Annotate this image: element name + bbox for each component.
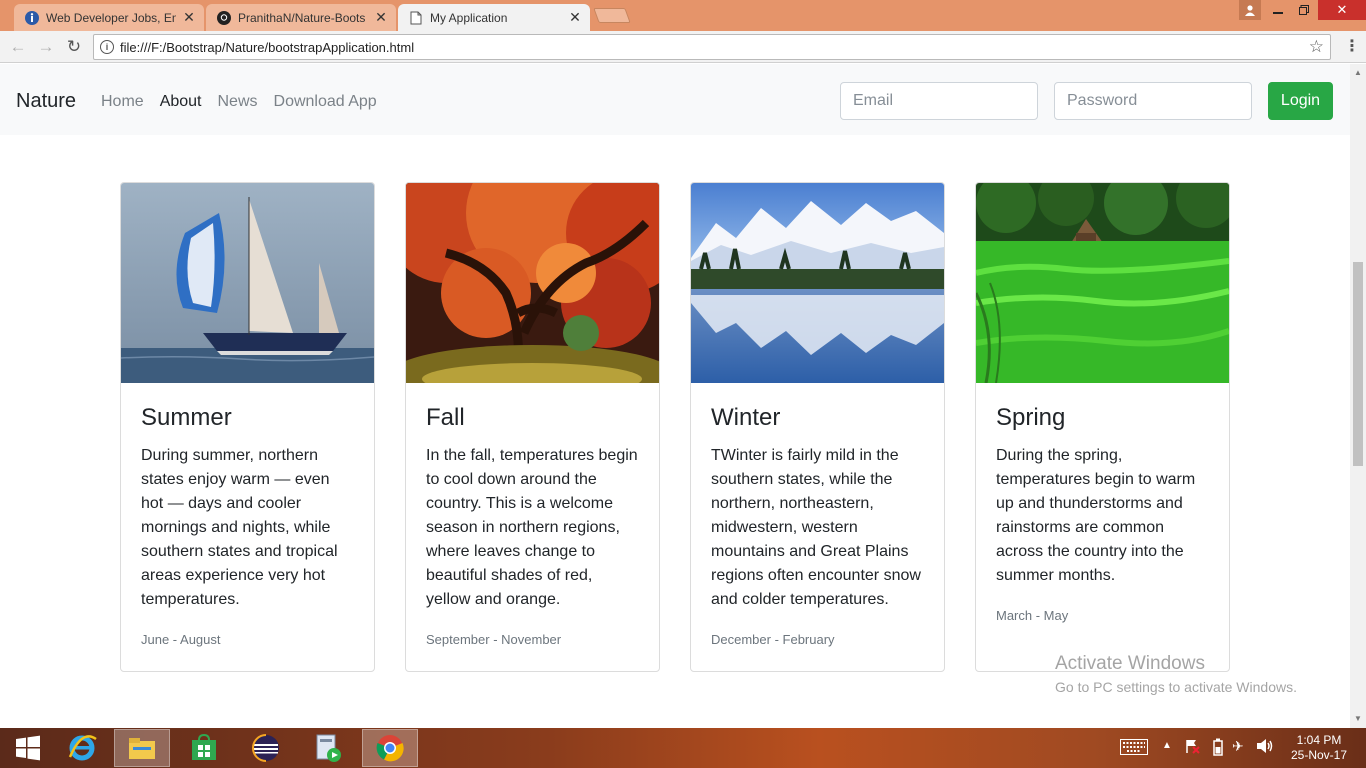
file-explorer-icon[interactable] [114, 729, 170, 767]
restore-icon[interactable] [1291, 0, 1317, 20]
show-hidden-icons[interactable]: ▲ [1162, 740, 1172, 751]
browser-tab-bar: Web Developer Jobs, Em ✕ PranithaN/Natur… [0, 0, 1366, 31]
nav-link-news[interactable]: News [218, 93, 258, 111]
card-months: September - November [426, 632, 562, 647]
page-scrollbar[interactable]: ▲ ▼ [1350, 64, 1366, 728]
system-clock[interactable]: 1:04 PM 25-Nov-17 [1284, 733, 1354, 763]
sailboat-image [121, 183, 374, 383]
login-button[interactable]: Login [1268, 82, 1333, 120]
browser-tab-3[interactable]: My Application ✕ [398, 4, 590, 31]
site-navbar: Nature Home About News Download App Logi… [0, 64, 1350, 135]
tab-title: My Application [430, 10, 508, 25]
email-field[interactable] [840, 82, 1038, 120]
card-title: Summer [141, 404, 232, 431]
url-text: file:///F:/Bootstrap/Nature/bootstrapApp… [120, 40, 415, 55]
github-icon [216, 10, 232, 26]
windows-taskbar: ▲ ✈ 1:04 PM 25-Nov-17 [0, 728, 1366, 768]
battery-icon[interactable] [1212, 738, 1224, 759]
eclipse-icon[interactable] [238, 729, 294, 767]
reload-icon[interactable]: ↻ [64, 37, 84, 57]
season-card-winter: Winter TWinter is fairly mild in the sou… [690, 182, 945, 672]
scroll-down-icon[interactable]: ▼ [1350, 712, 1366, 726]
card-text: TWinter is fairly mild in the southern s… [711, 447, 921, 608]
menu-icon[interactable]: ⋮ [1344, 37, 1360, 57]
card-title: Spring [996, 404, 1066, 431]
new-tab-button[interactable] [593, 8, 631, 23]
internet-explorer-icon[interactable] [54, 729, 110, 767]
season-card-summer: Summer During summer, northern states en… [120, 182, 375, 672]
url-input[interactable]: i file:///F:/Bootstrap/Nature/bootstrapA… [93, 34, 1331, 60]
page-icon [408, 10, 424, 26]
store-icon[interactable] [176, 729, 232, 767]
password-field[interactable] [1054, 82, 1252, 120]
minimize-icon[interactable] [1265, 0, 1291, 20]
window-close-icon[interactable]: ✕ [1318, 0, 1366, 20]
bookmark-star-icon[interactable]: ☆ [1309, 37, 1324, 57]
windows-start-icon[interactable] [0, 729, 56, 767]
tab-title: Web Developer Jobs, Em [46, 10, 176, 25]
card-months: March - May [996, 608, 1069, 623]
card-text: During summer, northern states enjoy war… [141, 447, 338, 608]
page-viewport: Nature Home About News Download App Logi… [0, 64, 1350, 728]
season-card-spring: Spring During the spring, temperatures b… [975, 182, 1230, 672]
browser-tab-2[interactable]: PranithaN/Nature-Boots ✕ [206, 4, 396, 31]
volume-icon[interactable] [1256, 738, 1274, 757]
browser-tab-1[interactable]: Web Developer Jobs, Em ✕ [14, 4, 204, 31]
scroll-up-icon[interactable]: ▲ [1350, 66, 1366, 80]
card-title: Fall [426, 404, 465, 431]
snowy-mountains-image [691, 183, 944, 383]
tab-close-icon[interactable]: ✕ [374, 9, 388, 26]
indeed-icon [24, 10, 40, 26]
address-bar-row: ← → ↻ i file:///F:/Bootstrap/Nature/boot… [0, 31, 1366, 63]
season-card-fall: Fall In the fall, temperatures begin to … [405, 182, 660, 672]
clock-time: 1:04 PM [1296, 733, 1342, 747]
tab-title: PranithaN/Nature-Boots [238, 10, 366, 25]
media-player-icon[interactable] [300, 729, 356, 767]
airplane-mode-icon[interactable]: ✈ [1232, 738, 1244, 755]
autumn-tree-image [406, 183, 659, 383]
scroll-thumb[interactable] [1353, 262, 1363, 466]
tab-close-icon[interactable]: ✕ [182, 9, 196, 26]
action-center-flag-icon[interactable] [1184, 738, 1200, 757]
rice-field-image [976, 183, 1229, 383]
card-text: In the fall, temperatures begin to cool … [426, 447, 638, 608]
site-brand[interactable]: Nature [16, 90, 76, 113]
clock-date: 25-Nov-17 [1290, 748, 1348, 762]
forward-icon[interactable]: → [36, 37, 56, 57]
card-title: Winter [711, 404, 781, 431]
nav-link-about[interactable]: About [160, 93, 202, 111]
keyboard-icon[interactable] [1120, 739, 1148, 758]
watermark-subtitle: Go to PC settings to activate Windows. [1055, 679, 1297, 695]
back-icon[interactable]: ← [8, 37, 28, 57]
chrome-icon[interactable] [362, 729, 418, 767]
nav-link-download-app[interactable]: Download App [274, 93, 377, 111]
info-icon[interactable]: i [100, 40, 114, 54]
tab-close-icon[interactable]: ✕ [568, 9, 582, 26]
card-text: During the spring, temperatures begin to… [996, 447, 1196, 584]
card-months: December - February [711, 632, 835, 647]
card-months: June - August [141, 632, 221, 647]
nav-links: Home About News Download App [101, 93, 377, 111]
nav-link-home[interactable]: Home [101, 93, 144, 111]
profile-icon[interactable] [1239, 0, 1261, 20]
